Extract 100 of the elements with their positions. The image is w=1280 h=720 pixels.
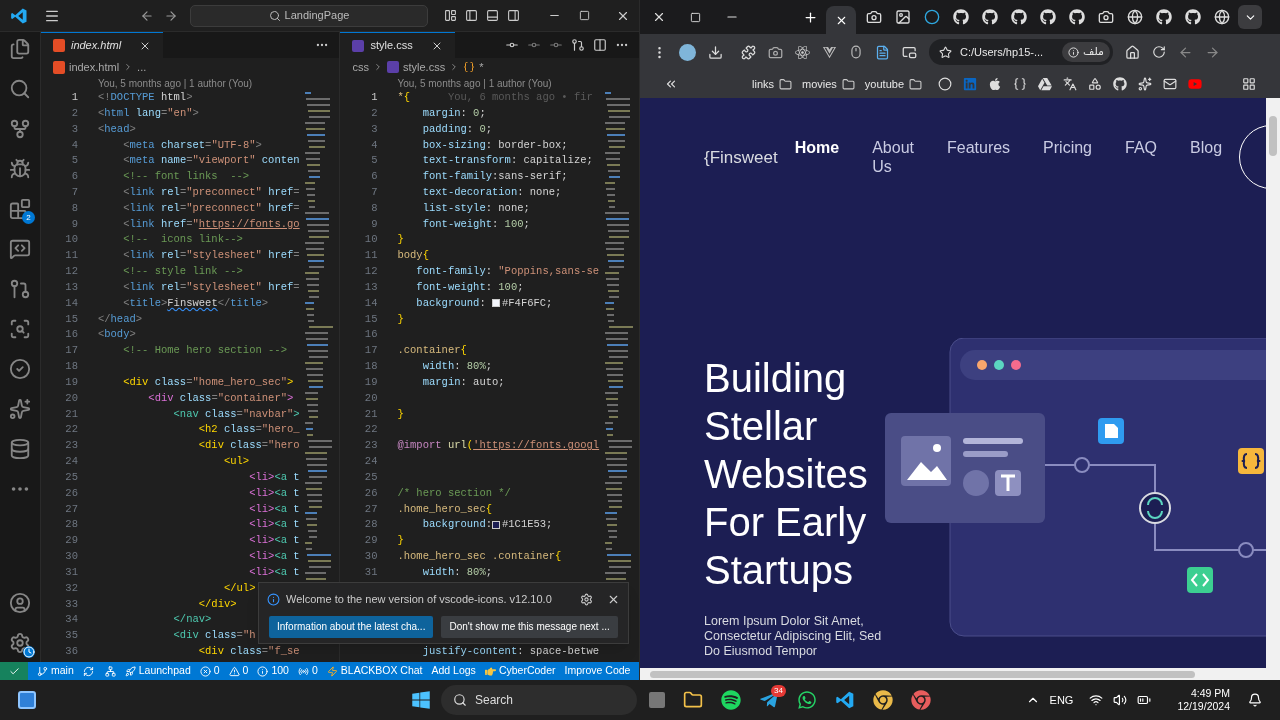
nav-link[interactable]: Blog (1190, 138, 1223, 157)
forward-icon[interactable] (1205, 44, 1220, 60)
document-icon[interactable] (875, 44, 890, 60)
forward-icon[interactable] (164, 8, 178, 23)
cat-logo-icon[interactable] (1185, 9, 1201, 25)
chat-bubble-icon[interactable] (797, 690, 817, 710)
status-item[interactable]: 100 (271, 663, 289, 679)
bookmark-folder[interactable]: links (752, 75, 774, 93)
remote-explorer-icon[interactable] (8, 238, 31, 260)
site-logo[interactable]: {Finsweet (704, 145, 778, 171)
branch-icon[interactable] (37, 665, 48, 677)
account-icon[interactable] (8, 592, 31, 614)
triangle-logo-icon[interactable] (1038, 77, 1052, 91)
cyber-icon[interactable] (484, 665, 496, 677)
folder-icon[interactable] (779, 77, 792, 91)
status-item[interactable]: 0 (311, 663, 318, 679)
maximize-icon[interactable] (579, 10, 590, 21)
status-item[interactable]: 0 (242, 663, 249, 679)
status-item[interactable]: main (51, 663, 74, 679)
play-logo-icon[interactable] (1188, 77, 1202, 91)
browser-tab[interactable] (826, 6, 856, 34)
circle-icon[interactable] (938, 77, 952, 91)
status-item[interactable]: Launchpad (138, 663, 191, 679)
status-item[interactable]: CyberCoder (498, 663, 556, 679)
sync-icon[interactable] (82, 665, 94, 677)
vertical-scrollbar[interactable] (1266, 98, 1280, 680)
cat-logo-icon[interactable] (1113, 77, 1127, 91)
ring-icon[interactable] (924, 9, 940, 25)
sparkle-icon[interactable] (1138, 77, 1152, 91)
code-icon[interactable] (1013, 77, 1027, 91)
editor-tab[interactable]: index.html (40, 32, 164, 58)
picture-in-picture-icon[interactable] (902, 44, 917, 60)
mouse-icon[interactable] (849, 45, 863, 59)
image-icon[interactable] (895, 9, 911, 25)
check-icon[interactable] (8, 358, 31, 380)
map-icon[interactable] (1088, 77, 1102, 91)
nav-link[interactable]: About Us (872, 138, 914, 176)
ports-icon[interactable] (297, 665, 309, 677)
back-icon[interactable] (1178, 44, 1193, 60)
new-tab-icon[interactable] (803, 9, 818, 25)
maximize-icon[interactable] (690, 11, 701, 23)
folder-icon[interactable] (683, 690, 703, 710)
download-icon[interactable] (708, 44, 723, 60)
profile-avatar[interactable] (679, 43, 696, 61)
volume-icon[interactable] (1113, 693, 1128, 707)
tab-search-button[interactable] (1238, 5, 1262, 29)
status-item[interactable]: BLACKBOX Chat (340, 663, 423, 679)
apps-icon[interactable] (1242, 77, 1256, 91)
settings-icon[interactable] (8, 632, 31, 654)
git-graph-icon[interactable] (8, 278, 31, 300)
cat-logo-icon[interactable] (1156, 9, 1172, 25)
database-icon[interactable] (8, 438, 31, 460)
info-icon[interactable] (257, 665, 269, 677)
spotify-icon[interactable] (721, 690, 741, 710)
camera-icon[interactable] (866, 9, 882, 25)
translate-icon[interactable] (1063, 77, 1077, 91)
git-lens-icon[interactable] (571, 38, 585, 52)
nav-link[interactable]: FAQ (1125, 138, 1158, 157)
bookmark-star-icon[interactable] (939, 45, 952, 59)
status-item[interactable]: Add Logs (431, 663, 476, 679)
error-icon[interactable] (199, 665, 211, 677)
camera-icon[interactable] (768, 44, 783, 60)
command-search-field[interactable]: LandingPage (190, 4, 428, 27)
settings-icon[interactable] (580, 592, 593, 606)
start-icon[interactable] (411, 690, 431, 710)
taskbar-search-field[interactable]: Search (441, 685, 637, 715)
site-info-chip[interactable]: ملف (1062, 42, 1110, 62)
language-indicator[interactable]: ENG (1049, 691, 1074, 709)
back-icon[interactable] (140, 8, 154, 23)
nav-link[interactable]: Pricing (1043, 138, 1092, 157)
graph-icon[interactable] (104, 665, 116, 677)
breadcrumb-item[interactable]: * (479, 58, 484, 76)
bookmark-folder[interactable]: movies (802, 75, 837, 93)
status-item[interactable]: 0 (213, 663, 220, 679)
reload-icon[interactable] (1152, 45, 1166, 59)
v-logo-icon[interactable] (822, 44, 837, 60)
nav-link[interactable]: Home (794, 138, 840, 157)
bookmark-folder[interactable]: youtube (864, 75, 904, 93)
mail-icon[interactable] (1163, 77, 1177, 91)
atom-icon[interactable] (795, 44, 810, 60)
extensions-icon[interactable] (8, 198, 31, 220)
browser-icon[interactable] (873, 690, 893, 710)
nav-link[interactable]: Features (946, 138, 1011, 157)
close-icon[interactable] (652, 10, 666, 24)
source-control-icon[interactable] (8, 118, 31, 140)
launchpad-icon[interactable] (124, 665, 136, 677)
warning-icon[interactable] (228, 665, 240, 677)
breadcrumb-item[interactable]: style.css (402, 58, 446, 76)
breadcrumb-item[interactable]: index.html (68, 58, 120, 76)
sidebar-toggle-icon[interactable] (465, 9, 478, 22)
camera-icon[interactable] (1098, 9, 1114, 25)
secondary-sidebar-icon[interactable] (507, 9, 520, 22)
apple-icon[interactable] (988, 77, 1002, 91)
clock[interactable]: 4:49 PM 12/19/2024 (1177, 687, 1230, 713)
panel-toggle-icon[interactable] (486, 9, 499, 22)
globe-icon[interactable] (1127, 9, 1143, 25)
notification-button[interactable]: Don't show me this message next ... (441, 615, 618, 638)
collapse-icon[interactable] (664, 77, 678, 91)
folder-icon[interactable] (841, 77, 855, 91)
breadcrumb-item[interactable]: css (352, 58, 369, 76)
